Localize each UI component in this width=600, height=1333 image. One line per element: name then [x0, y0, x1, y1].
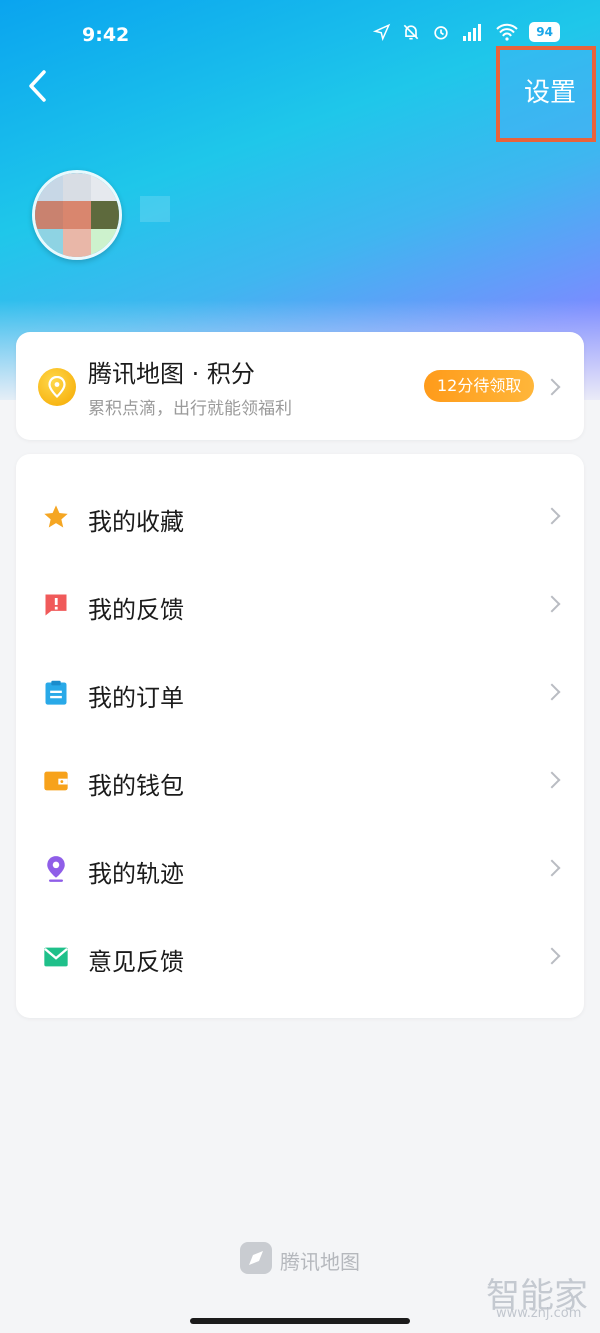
- menu-item-favorites[interactable]: 我的收藏: [16, 472, 584, 560]
- tencent-map-logo-icon: [240, 1242, 272, 1274]
- menu-item-tracks[interactable]: 我的轨迹: [16, 824, 584, 912]
- menu-item-orders[interactable]: 我的订单: [16, 648, 584, 736]
- chevron-left-icon[interactable]: [24, 68, 54, 104]
- wifi-icon: [496, 23, 519, 41]
- menu-item-my-feedback[interactable]: 我的反馈: [16, 560, 584, 648]
- points-pending-badge[interactable]: 12分待领取: [424, 370, 535, 402]
- points-title: 腾讯地图 · 积分: [88, 360, 255, 388]
- chevron-right-icon: [543, 683, 561, 701]
- coin-location-icon: [38, 368, 76, 406]
- status-time: 9:42: [82, 24, 130, 46]
- menu-item-suggestions[interactable]: 意见反馈: [16, 912, 584, 1000]
- menu-item-label: 我的反馈: [88, 596, 184, 624]
- hd-signal-icon: [463, 24, 482, 41]
- wallet-icon: [44, 771, 68, 791]
- location-arrow-icon: [373, 23, 391, 41]
- chevron-right-icon: [543, 378, 561, 396]
- clipboard-icon: [45, 680, 67, 705]
- menu-item-wallet[interactable]: 我的钱包: [16, 736, 584, 824]
- menu-item-label: 我的订单: [88, 684, 184, 712]
- avatar[interactable]: [32, 170, 122, 260]
- battery-icon: 94: [529, 22, 560, 42]
- menu-item-label: 我的钱包: [88, 772, 184, 800]
- mute-bell-icon: [404, 24, 419, 40]
- chevron-right-icon: [543, 859, 561, 877]
- chevron-right-icon: [543, 947, 561, 965]
- menu-list: 我的收藏 我的反馈 我的订单 我的钱包 我的轨迹 意见反馈: [16, 454, 584, 1018]
- chevron-right-icon: [543, 771, 561, 789]
- alarm-icon: [434, 26, 448, 40]
- menu-item-label: 我的收藏: [88, 508, 184, 536]
- alert-flag-icon: [45, 594, 67, 616]
- menu-item-label: 意见反馈: [88, 948, 184, 976]
- settings-button[interactable]: 设置: [524, 72, 576, 109]
- points-subtitle: 累积点滴，出行就能领福利: [88, 399, 292, 419]
- points-card[interactable]: 腾讯地图 · 积分 累积点滴，出行就能领福利 12分待领取: [16, 332, 584, 440]
- status-icons: 94: [373, 22, 560, 42]
- menu-item-label: 我的轨迹: [88, 860, 184, 888]
- location-pin-icon: [47, 856, 65, 882]
- footer-brand: 腾讯地图: [280, 1250, 360, 1274]
- chevron-right-icon: [543, 595, 561, 613]
- chevron-right-icon: [543, 507, 561, 525]
- home-indicator[interactable]: [190, 1318, 410, 1324]
- watermark-url: www.znj.com: [496, 1306, 582, 1321]
- nickname-blurred: [140, 196, 170, 222]
- star-icon: [44, 505, 68, 528]
- mail-icon: [44, 947, 68, 967]
